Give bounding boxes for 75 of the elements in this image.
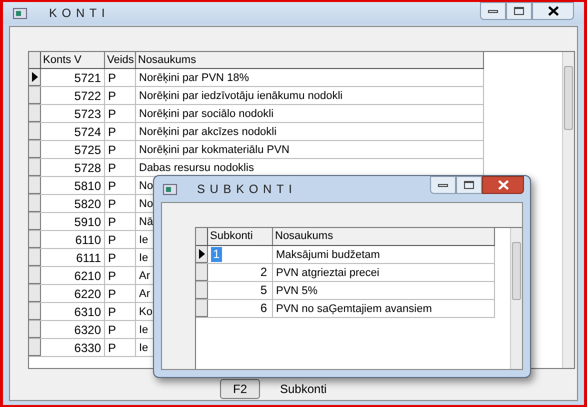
table-cell-text: 5 (259, 283, 268, 298)
table-cell: P (105, 141, 136, 158)
footer-label: Subkonti (280, 381, 327, 398)
table-cell: Maksājumi budžetam (273, 246, 495, 263)
table-cell-text: 2 (259, 265, 268, 280)
table-cell: 5721 (41, 69, 105, 86)
maximize-button[interactable] (456, 176, 482, 194)
table-cell: P (105, 339, 136, 356)
table-cell: 6110 (41, 231, 105, 248)
row-selector[interactable] (196, 246, 208, 263)
table-cell: 6330 (41, 339, 105, 356)
table-cell: P (105, 123, 136, 140)
row-pointer-icon (198, 249, 204, 259)
scrollbar-thumb[interactable] (512, 242, 521, 300)
table-cell: 6111 (41, 249, 105, 266)
close-button[interactable] (482, 176, 524, 194)
table-cell: 5722 (41, 87, 105, 104)
table-cell: Norēķini par sociālo nodokli (136, 105, 484, 122)
table-cell: 6320 (41, 321, 105, 338)
scrollbar[interactable] (562, 52, 574, 368)
table-cell: 5728 (41, 159, 105, 176)
table-cell: 5820 (41, 195, 105, 212)
table-cell: Norēķini par PVN 18% (136, 69, 484, 86)
scrollbar[interactable] (510, 228, 522, 369)
table-cell: 6310 (41, 303, 105, 320)
maximize-icon (514, 7, 524, 15)
row-pointer-icon (32, 72, 38, 82)
scrollbar-thumb[interactable] (564, 66, 573, 130)
table-cell: P (105, 87, 136, 104)
table-cell: P (105, 213, 136, 230)
table-cell: PVN no saĢemtajiem avansiem (273, 300, 495, 317)
table-cell: 6210 (41, 267, 105, 284)
maximize-icon (464, 181, 474, 189)
table-cell-text: 6 (259, 301, 268, 316)
window-title: KONTI (49, 5, 110, 22)
table-cell: P (105, 69, 136, 86)
window-icon (13, 8, 27, 18)
table-cell: Norēķini par iedzīvotāju ienākumu nodokli (136, 87, 484, 104)
close-icon (498, 180, 508, 190)
f2-button[interactable]: F2 (220, 379, 260, 399)
table-cell: P (105, 231, 136, 248)
table-cell: 6220 (41, 285, 105, 302)
table-cell: P (105, 267, 136, 284)
table-cell: Norēķini par kokmateriālu PVN (136, 141, 484, 158)
minimize-button[interactable] (480, 2, 506, 20)
column-header[interactable]: Nosaukums (136, 52, 484, 68)
table-cell: P (105, 105, 136, 122)
table-cell: PVN atgrieztai precei (273, 264, 495, 281)
table-cell: 5910 (41, 213, 105, 230)
column-header[interactable]: Veids (105, 52, 136, 68)
table-cell: PVN 5% (273, 282, 495, 299)
table-cell: P (105, 177, 136, 194)
row-selector[interactable] (29, 69, 41, 86)
table-cell: 5723 (41, 105, 105, 122)
close-button[interactable] (532, 2, 574, 20)
table-cell: P (105, 321, 136, 338)
table-cell: P (105, 285, 136, 302)
table-cell: P (105, 195, 136, 212)
minimize-icon (488, 10, 498, 12)
table-cell: 1 (211, 247, 222, 262)
column-header[interactable]: Nosaukums (273, 228, 495, 245)
minimize-icon (438, 184, 448, 186)
table-cell: P (105, 249, 136, 266)
table-cell: 5810 (41, 177, 105, 194)
maximize-button[interactable] (506, 2, 532, 20)
column-header[interactable]: Konts V (41, 52, 105, 68)
column-header[interactable]: Subkonti (208, 228, 273, 245)
close-icon (548, 6, 558, 16)
table-cell: Norēķini par akcīzes nodokli (136, 123, 484, 140)
table-cell: P (105, 303, 136, 320)
table-cell: 5725 (41, 141, 105, 158)
minimize-button[interactable] (430, 176, 456, 194)
window-icon (163, 184, 177, 194)
table-cell: P (105, 159, 136, 176)
table-cell: 5724 (41, 123, 105, 140)
